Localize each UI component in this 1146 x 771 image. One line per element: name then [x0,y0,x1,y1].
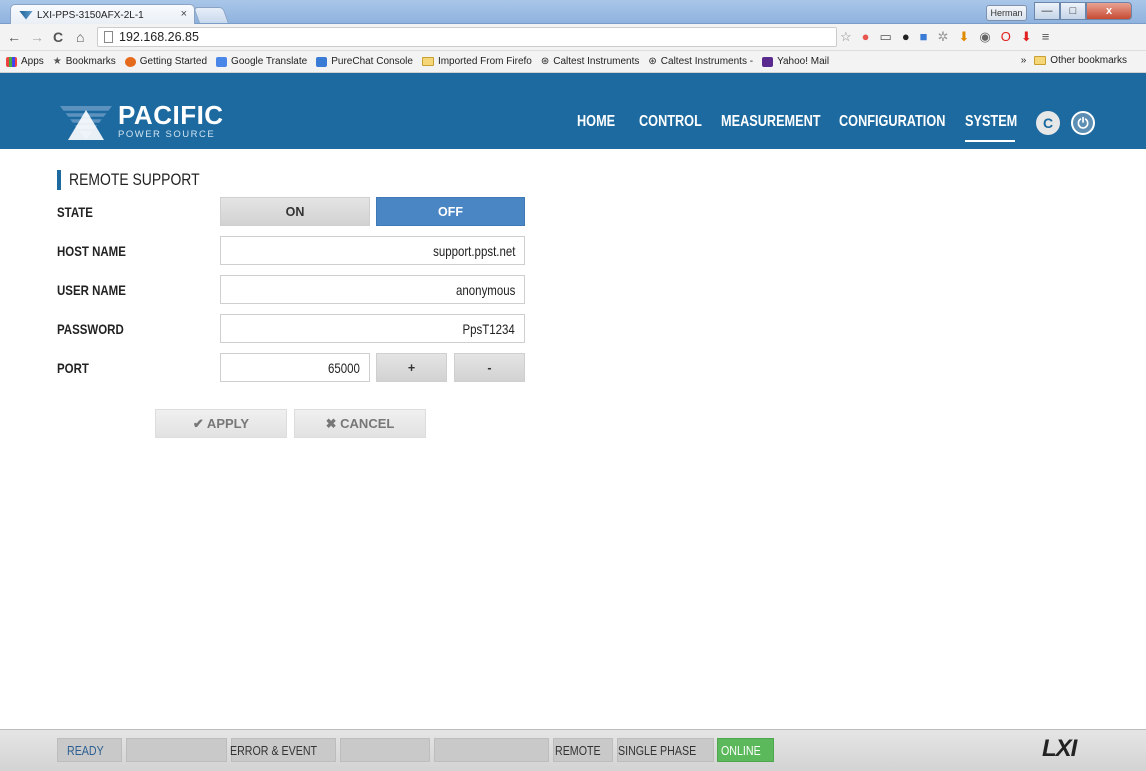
folder-icon [421,57,434,66]
red-download-icon[interactable]: ⬇ [1021,29,1032,45]
bookmarks-bar: Apps ★ Bookmarks Getting Started Google T… [0,51,1146,73]
nav-configuration[interactable]: CONFIGURATION [839,109,969,131]
profile-button[interactable]: Herman [986,5,1027,21]
main-nav: HOME CONTROL MEASUREMENT CONFIGURATION S… [0,109,1146,142]
star-icon: ★ [52,56,62,67]
bookmark-caltest-1[interactable]: ⊛ Caltest Instruments [541,56,640,67]
caltest-icon: ⊛ [540,56,550,67]
password-label: PASSWORD [57,321,124,337]
host-name-label: HOST NAME [57,243,126,259]
status-empty-3 [434,738,549,762]
asana-icon[interactable]: ● [862,29,870,45]
apply-button[interactable]: ✔ APPLY [155,409,287,438]
bookmark-imported-folder[interactable]: Imported From Firefo [421,56,532,67]
extension-gear-icon[interactable]: ✲ [938,29,949,45]
status-error-event[interactable]: ERROR & EVENT [230,738,336,762]
new-tab-button[interactable] [193,7,229,23]
bookmark-other[interactable]: Other bookmarks [1034,55,1127,66]
status-online: ONLINE [717,738,774,762]
menu-icon[interactable]: ≡ [1042,29,1050,45]
caltest-icon: ⊛ [648,56,657,67]
browser-tab[interactable]: LXI-PPS-3150AFX-2L-1 × [10,4,195,25]
bookmark-apps[interactable]: Apps [6,56,44,67]
opera-icon[interactable]: O [1001,29,1011,45]
reload-icon[interactable]: C [53,29,63,45]
status-empty-2 [340,738,430,762]
minimize-button[interactable]: — [1034,2,1060,20]
host-name-input[interactable]: support.ppst.net [220,236,525,265]
state-off-button[interactable]: OFF [376,197,525,226]
bookmarks-overflow-icon[interactable]: » [1021,55,1027,66]
apps-icon [6,56,17,67]
bookmark-star-icon[interactable]: ☆ [840,29,852,45]
bookmark-google-translate[interactable]: Google Translate [216,56,307,67]
extension-owl-icon[interactable]: ◉ [979,29,990,45]
download-icon[interactable]: ⬇ [958,29,969,45]
window-controls: — □ x [1034,2,1132,20]
tab-title: LXI-PPS-3150AFX-2L-1 [37,9,144,21]
chat-icon [316,56,328,67]
folder-icon [1034,56,1047,65]
state-on-button[interactable]: ON [220,197,370,226]
refresh-icon[interactable]: C [1036,111,1060,135]
bookmark-bookmarks[interactable]: ★ Bookmarks [53,56,116,67]
extension-blue-icon[interactable]: ■ [920,29,928,45]
bookmark-yahoo-mail[interactable]: Yahoo! Mail [762,56,829,67]
nav-home[interactable]: HOME [577,109,624,131]
status-ready: READY [57,738,122,762]
browser-titlebar: LXI-PPS-3150AFX-2L-1 × Herman — □ x [0,0,1146,25]
tab-close-icon[interactable]: × [181,8,187,20]
yahoo-icon [762,56,774,67]
port-increment-button[interactable]: + [376,353,447,382]
status-remote: REMOTE [553,738,613,762]
nav-system[interactable]: SYSTEM [965,109,1017,142]
back-arrow-icon[interactable]: ← [7,29,21,45]
status-empty-1 [126,738,227,762]
extension-icons: ☆ ● ▭ ● ■ ✲ ⬇ ◉ O ⬇ ≡ [840,29,1049,45]
lxi-logo: LXI [1042,735,1077,762]
port-label: PORT [57,360,89,376]
cancel-button[interactable]: ✖ CANCEL [294,409,426,438]
url-input[interactable]: 192.168.26.85 [97,27,837,47]
password-input[interactable]: PpsT1234 [220,314,525,343]
status-phase: SINGLE PHASE [617,738,714,762]
nav-measurement[interactable]: MEASUREMENT [721,109,842,131]
nav-control[interactable]: CONTROL [639,109,716,131]
bookmark-purechat[interactable]: PureChat Console [316,56,413,67]
cast-icon[interactable]: ▭ [880,29,892,45]
forward-arrow-icon[interactable]: → [30,29,44,45]
section-title: REMOTE SUPPORT [57,170,228,190]
port-decrement-button[interactable]: - [454,353,525,382]
home-icon[interactable]: ⌂ [76,29,84,45]
bookmark-getting-started[interactable]: Getting Started [124,56,207,67]
user-name-input[interactable]: anonymous [220,275,525,304]
firefox-icon [124,56,136,67]
power-icon[interactable]: ⏻ [1071,111,1095,135]
port-input[interactable]: 65000 [220,353,370,382]
close-window-button[interactable]: x [1086,2,1132,20]
maximize-button[interactable]: □ [1060,2,1086,20]
page-icon [104,31,113,43]
bookmark-caltest-2[interactable]: ⊛ Caltest Instruments - [648,56,753,67]
colorpicker-icon[interactable]: ● [902,29,910,45]
state-label: STATE [57,204,93,220]
address-bar: ← → C ⌂ 192.168.26.85 ☆ ● ▭ ● ■ ✲ ⬇ ◉ O … [0,24,1146,51]
user-name-label: USER NAME [57,282,126,298]
pacific-favicon-icon [19,10,33,20]
translate-icon [216,56,228,67]
url-text: 192.168.26.85 [119,30,199,44]
